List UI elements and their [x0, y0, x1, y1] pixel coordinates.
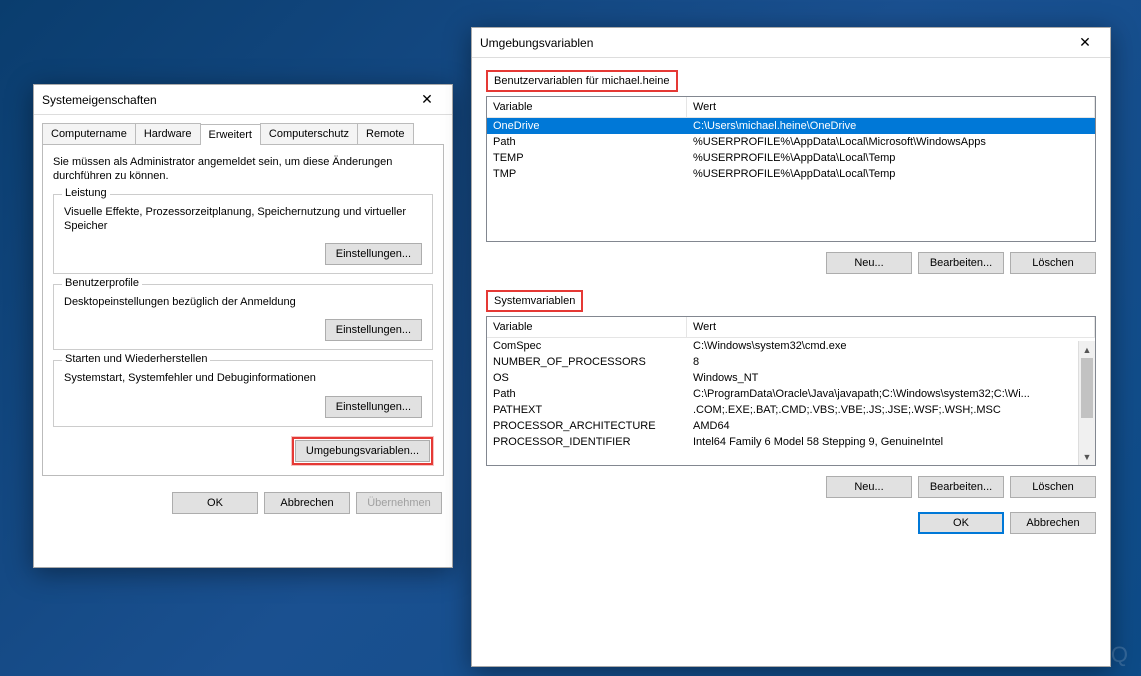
- scroll-thumb[interactable]: [1081, 358, 1093, 418]
- var-value: %USERPROFILE%\AppData\Local\Temp: [687, 150, 1095, 166]
- userprofiles-settings-button[interactable]: Einstellungen...: [325, 319, 422, 341]
- window-title: Umgebungsvariablen: [480, 36, 1068, 50]
- tab-computername[interactable]: Computername: [42, 123, 136, 144]
- sys-vars-list[interactable]: Variable Wert ComSpecC:\Windows\system32…: [486, 316, 1096, 466]
- tab-computerschutz[interactable]: Computerschutz: [260, 123, 358, 144]
- group-userprofiles: Benutzerprofile Desktopeinstellungen bez…: [53, 284, 433, 350]
- system-properties-window: Systemeigenschaften ✕ Computername Hardw…: [33, 84, 453, 568]
- list-header: Variable Wert: [487, 97, 1095, 118]
- var-value: %USERPROFILE%\AppData\Local\Microsoft\Wi…: [687, 134, 1095, 150]
- var-name: ComSpec: [487, 338, 687, 354]
- sys-edit-button[interactable]: Bearbeiten...: [918, 476, 1004, 498]
- table-row[interactable]: OneDriveC:\Users\michael.heine\OneDrive: [487, 118, 1095, 134]
- table-row[interactable]: OSWindows_NT: [487, 370, 1078, 386]
- table-row[interactable]: ComSpecC:\Windows\system32\cmd.exe: [487, 338, 1078, 354]
- user-vars-list[interactable]: Variable Wert OneDriveC:\Users\michael.h…: [486, 96, 1096, 242]
- highlight-envvars: Umgebungsvariablen...: [292, 437, 433, 465]
- var-value: %USERPROFILE%\AppData\Local\Temp: [687, 166, 1095, 182]
- sys-vars-buttons: Neu... Bearbeiten... Löschen: [486, 476, 1096, 498]
- env-vars-button[interactable]: Umgebungsvariablen...: [295, 440, 430, 462]
- startup-desc: Systemstart, Systemfehler und Debuginfor…: [64, 371, 422, 385]
- var-value: C:\Users\michael.heine\OneDrive: [687, 118, 1095, 134]
- env-body: Benutzervariablen für michael.heine Vari…: [472, 58, 1110, 546]
- tab-strip: Computername Hardware Erweitert Computer…: [42, 123, 444, 144]
- var-name: TMP: [487, 166, 687, 182]
- var-name: PATHEXT: [487, 402, 687, 418]
- cancel-button[interactable]: Abbrechen: [264, 492, 350, 514]
- tab-remote[interactable]: Remote: [357, 123, 414, 144]
- scrollbar[interactable]: ▲ ▼: [1078, 341, 1095, 465]
- window-title: Systemeigenschaften: [42, 93, 410, 107]
- group-startup-legend: Starten und Wiederherstellen: [62, 353, 210, 365]
- table-row[interactable]: NUMBER_OF_PROCESSORS8: [487, 354, 1078, 370]
- admin-note: Sie müssen als Administrator angemeldet …: [53, 155, 433, 184]
- var-name: TEMP: [487, 150, 687, 166]
- col-variable[interactable]: Variable: [487, 97, 687, 117]
- startup-settings-button[interactable]: Einstellungen...: [325, 396, 422, 418]
- user-vars-buttons: Neu... Bearbeiten... Löschen: [486, 252, 1096, 274]
- titlebar[interactable]: Umgebungsvariablen ✕: [472, 28, 1110, 58]
- var-value: Windows_NT: [687, 370, 1078, 386]
- highlight-user-section: Benutzervariablen für michael.heine: [486, 70, 678, 92]
- list-header: Variable Wert: [487, 317, 1095, 338]
- var-name: Path: [487, 386, 687, 402]
- group-performance: Leistung Visuelle Effekte, Prozessorzeit…: [53, 194, 433, 275]
- var-name: OS: [487, 370, 687, 386]
- scroll-down-icon[interactable]: ▼: [1079, 448, 1095, 465]
- var-value: 8: [687, 354, 1078, 370]
- tab-hardware[interactable]: Hardware: [135, 123, 201, 144]
- sys-new-button[interactable]: Neu...: [826, 476, 912, 498]
- sys-delete-button[interactable]: Löschen: [1010, 476, 1096, 498]
- var-value: C:\ProgramData\Oracle\Java\javapath;C:\W…: [687, 386, 1078, 402]
- user-new-button[interactable]: Neu...: [826, 252, 912, 274]
- var-value: AMD64: [687, 418, 1078, 434]
- var-value: Intel64 Family 6 Model 58 Stepping 9, Ge…: [687, 434, 1078, 450]
- env-vars-window: Umgebungsvariablen ✕ Benutzervariablen f…: [471, 27, 1111, 667]
- var-name: PROCESSOR_IDENTIFIER: [487, 434, 687, 450]
- titlebar[interactable]: Systemeigenschaften ✕: [34, 85, 452, 115]
- close-icon[interactable]: ✕: [1068, 31, 1102, 55]
- col-value[interactable]: Wert: [687, 317, 1095, 337]
- table-row[interactable]: PROCESSOR_IDENTIFIERIntel64 Family 6 Mod…: [487, 434, 1078, 450]
- user-edit-button[interactable]: Bearbeiten...: [918, 252, 1004, 274]
- var-name: OneDrive: [487, 118, 687, 134]
- dialog-buttons: OK Abbrechen: [486, 512, 1096, 534]
- col-value[interactable]: Wert: [687, 97, 1095, 117]
- var-name: Path: [487, 134, 687, 150]
- close-icon[interactable]: ✕: [410, 88, 444, 112]
- highlight-sys-section: Systemvariablen: [486, 290, 583, 312]
- ok-button[interactable]: OK: [172, 492, 258, 514]
- user-delete-button[interactable]: Löschen: [1010, 252, 1096, 274]
- table-row[interactable]: PROCESSOR_ARCHITECTUREAMD64: [487, 418, 1078, 434]
- user-vars-label: Benutzervariablen für michael.heine: [490, 73, 674, 89]
- group-startup: Starten und Wiederherstellen Systemstart…: [53, 360, 433, 426]
- scroll-up-icon[interactable]: ▲: [1079, 341, 1095, 358]
- table-row[interactable]: TEMP%USERPROFILE%\AppData\Local\Temp: [487, 150, 1095, 166]
- var-name: PROCESSOR_ARCHITECTURE: [487, 418, 687, 434]
- sys-vars-label: Systemvariablen: [490, 293, 579, 309]
- table-row[interactable]: Path%USERPROFILE%\AppData\Local\Microsof…: [487, 134, 1095, 150]
- tab-panel-erweitert: Sie müssen als Administrator angemeldet …: [42, 144, 444, 476]
- apply-button[interactable]: Übernehmen: [356, 492, 442, 514]
- dialog-buttons: OK Abbrechen Übernehmen: [34, 484, 452, 524]
- var-value: .COM;.EXE;.BAT;.CMD;.VBS;.VBE;.JS;.JSE;.…: [687, 402, 1078, 418]
- var-name: NUMBER_OF_PROCESSORS: [487, 354, 687, 370]
- performance-settings-button[interactable]: Einstellungen...: [325, 243, 422, 265]
- col-variable[interactable]: Variable: [487, 317, 687, 337]
- table-row[interactable]: PathC:\ProgramData\Oracle\Java\javapath;…: [487, 386, 1078, 402]
- ok-button[interactable]: OK: [918, 512, 1004, 534]
- table-row[interactable]: TMP%USERPROFILE%\AppData\Local\Temp: [487, 166, 1095, 182]
- cancel-button[interactable]: Abbrechen: [1010, 512, 1096, 534]
- performance-desc: Visuelle Effekte, Prozessorzeitplanung, …: [64, 205, 422, 234]
- group-performance-legend: Leistung: [62, 187, 110, 199]
- tab-erweitert[interactable]: Erweitert: [200, 124, 261, 145]
- userprofiles-desc: Desktopeinstellungen bezüglich der Anmel…: [64, 295, 422, 309]
- watermark: Windows-FAQ: [977, 642, 1129, 668]
- table-row[interactable]: PATHEXT.COM;.EXE;.BAT;.CMD;.VBS;.VBE;.JS…: [487, 402, 1078, 418]
- var-value: C:\Windows\system32\cmd.exe: [687, 338, 1078, 354]
- group-userprofiles-legend: Benutzerprofile: [62, 277, 142, 289]
